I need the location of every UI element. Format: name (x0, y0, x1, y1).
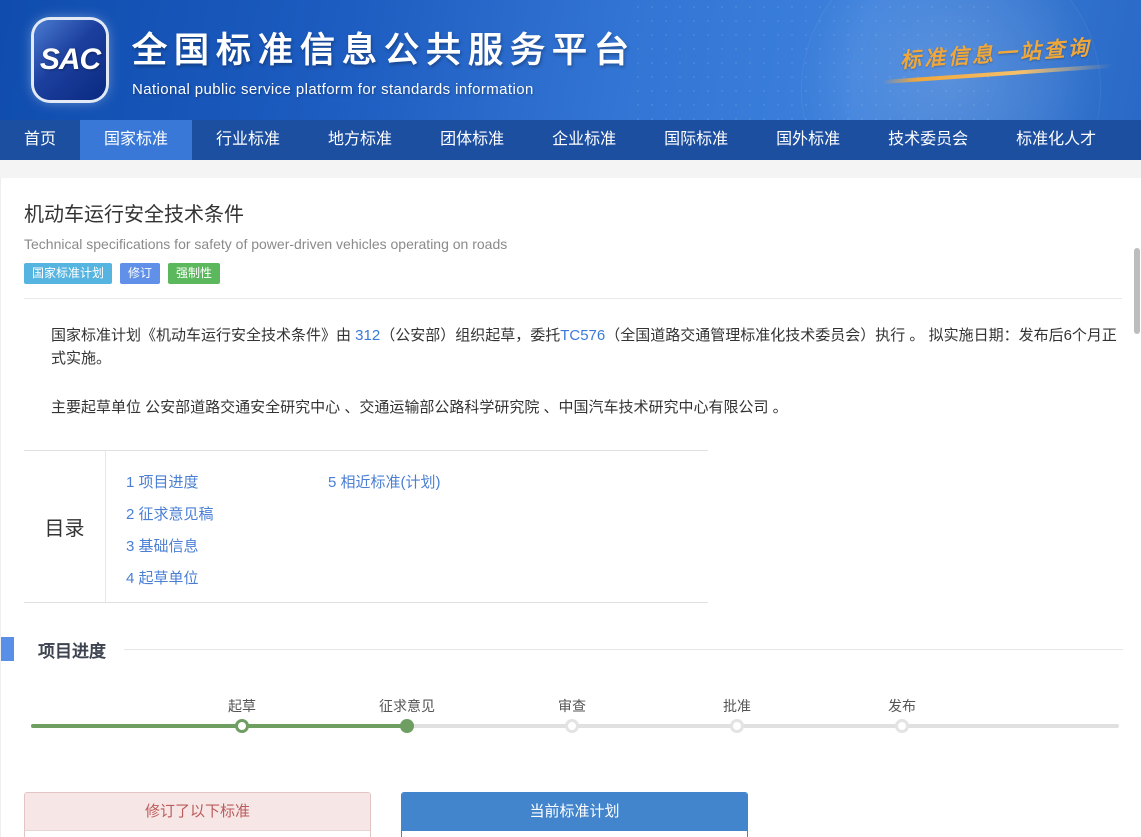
section-marker (1, 637, 14, 661)
revised-card-header: 修订了以下标准 (25, 792, 370, 831)
current-card-header: 当前标准计划 (402, 792, 747, 831)
nav-item-6[interactable]: 国际标准 (640, 120, 752, 160)
nav-item-7[interactable]: 国外标准 (752, 120, 864, 160)
tag-1: 修订 (120, 263, 161, 284)
tag-2: 强制性 (168, 263, 221, 284)
progress-timeline: 起草 征求意见 审查 批准 发布 (31, 688, 1119, 750)
inline-link-312[interactable]: 312 (355, 327, 380, 344)
stage-label-3: 批准 (723, 697, 751, 714)
tag-0: 国家标准计划 (24, 263, 113, 284)
revised-card-body: GB 7258-2017 （全部代替） 机动车运行安全技术条件 (25, 831, 370, 837)
section-rule (124, 648, 1123, 650)
page-title: 机动车运行安全技术条件 (24, 204, 244, 226)
stage-label-0: 起草 (228, 697, 256, 714)
current-card-body: 20250058-Q-312 正在征求意见 机动车运行安全技术条件 (402, 831, 747, 837)
stage-dot-pending-2 (565, 718, 579, 733)
stage-label-4: 发布 (888, 697, 916, 714)
summary-paragraph-2: 主要起草单位 公安部道路交通安全研究中心 、交通运输部公路科学研究院 、中国汽车… (51, 399, 788, 416)
stage-dot-pending-4 (895, 718, 909, 733)
nav-item-4[interactable]: 团体标准 (416, 120, 528, 160)
page-background-strip (0, 160, 1141, 178)
toc-link-2-征求意见稿[interactable]: 2 征求意见稿 (126, 503, 328, 524)
main-nav: 首页 国家标准 行业标准 地方标准 团体标准 企业标准 国际标准 国外标准 技术委员会 标准化人才 (0, 120, 1141, 160)
section-header-progress: 项目进度 (1, 637, 1141, 662)
nav-item-3[interactable]: 地方标准 (304, 120, 416, 160)
toc-column-2: 5 相近标准(计划) (328, 471, 530, 588)
stage-label-2: 审查 (558, 697, 586, 714)
section-title: 项目进度 (38, 641, 106, 661)
scrollbar-thumb[interactable] (1134, 248, 1140, 334)
toc-label: 目录 (24, 450, 106, 602)
toc-link-5-相近标准(计划)[interactable]: 5 相近标准(计划) (328, 471, 530, 492)
toc-box: 目录 1 项目进度 2 征求意见稿 3 基础信息 4 起草单位 5 相近标准(计划) (24, 449, 708, 603)
sac-logo-text: SAC (39, 43, 101, 76)
stage-dot-pending-3 (730, 718, 744, 733)
nav-item-0[interactable]: 首页 (0, 120, 80, 160)
site-title-block: 全国标准信息公共服务平台 National public service pla… (132, 22, 636, 98)
divider (24, 298, 1122, 299)
site-title-cn: 全国标准信息公共服务平台 (132, 31, 637, 70)
current-plan-card: 当前标准计划 20250058-Q-312 正在征求意见 机动车运行安全技术条件 (401, 791, 748, 837)
nav-item-8[interactable]: 技术委员会 (864, 120, 992, 160)
toc-column-1: 1 项目进度 2 征求意见稿 3 基础信息 4 起草单位 (126, 471, 328, 588)
timeline-progress-fill (31, 723, 414, 728)
tag-row: 国家标准计划 修订 强制性 (24, 263, 1141, 284)
text-segment-0: 国家标准计划《机动车运行安全技术条件》由 (51, 327, 356, 344)
page-subtitle-en: Technical specifications for safety of p… (24, 236, 508, 252)
summary-paragraph-1: 国家标准计划《机动车运行安全技术条件》由 312（公安部）组织起草，委托TC57… (51, 325, 1122, 370)
revised-standard-card: 修订了以下标准 GB 7258-2017 （全部代替） 机动车运行安全技术条件 (24, 791, 371, 837)
site-title-en: National public service platform for sta… (132, 81, 534, 98)
site-header: SAC 全国标准信息公共服务平台 National public service… (0, 0, 1141, 120)
nav-item-2[interactable]: 行业标准 (192, 120, 304, 160)
stage-dot-current-1 (400, 718, 414, 733)
inline-link-TC576[interactable]: TC576 (560, 327, 605, 344)
page-root: SAC 全国标准信息公共服务平台 National public service… (0, 0, 1141, 837)
text-segment-2: （公安部）组织起草，委托 (380, 327, 561, 344)
toc-link-3-基础信息[interactable]: 3 基础信息 (126, 535, 328, 556)
content-panel: 机动车运行安全技术条件 Technical specifications for… (0, 178, 1141, 837)
sac-logo[interactable]: SAC (34, 20, 106, 100)
stage-dot-done-0 (235, 718, 249, 733)
stage-label-1: 征求意见 (379, 697, 435, 714)
toc-link-4-起草单位[interactable]: 4 起草单位 (126, 567, 328, 588)
cards-row: 修订了以下标准 GB 7258-2017 （全部代替） 机动车运行安全技术条件 (24, 791, 1141, 837)
nav-item-9[interactable]: 标准化人才 (992, 120, 1120, 160)
toc-link-1-项目进度[interactable]: 1 项目进度 (126, 471, 328, 492)
toc-columns: 1 项目进度 2 征求意见稿 3 基础信息 4 起草单位 5 相近标准(计划) (106, 451, 708, 602)
nav-item-1[interactable]: 国家标准 (80, 120, 193, 160)
nav-item-5[interactable]: 企业标准 (528, 120, 640, 160)
